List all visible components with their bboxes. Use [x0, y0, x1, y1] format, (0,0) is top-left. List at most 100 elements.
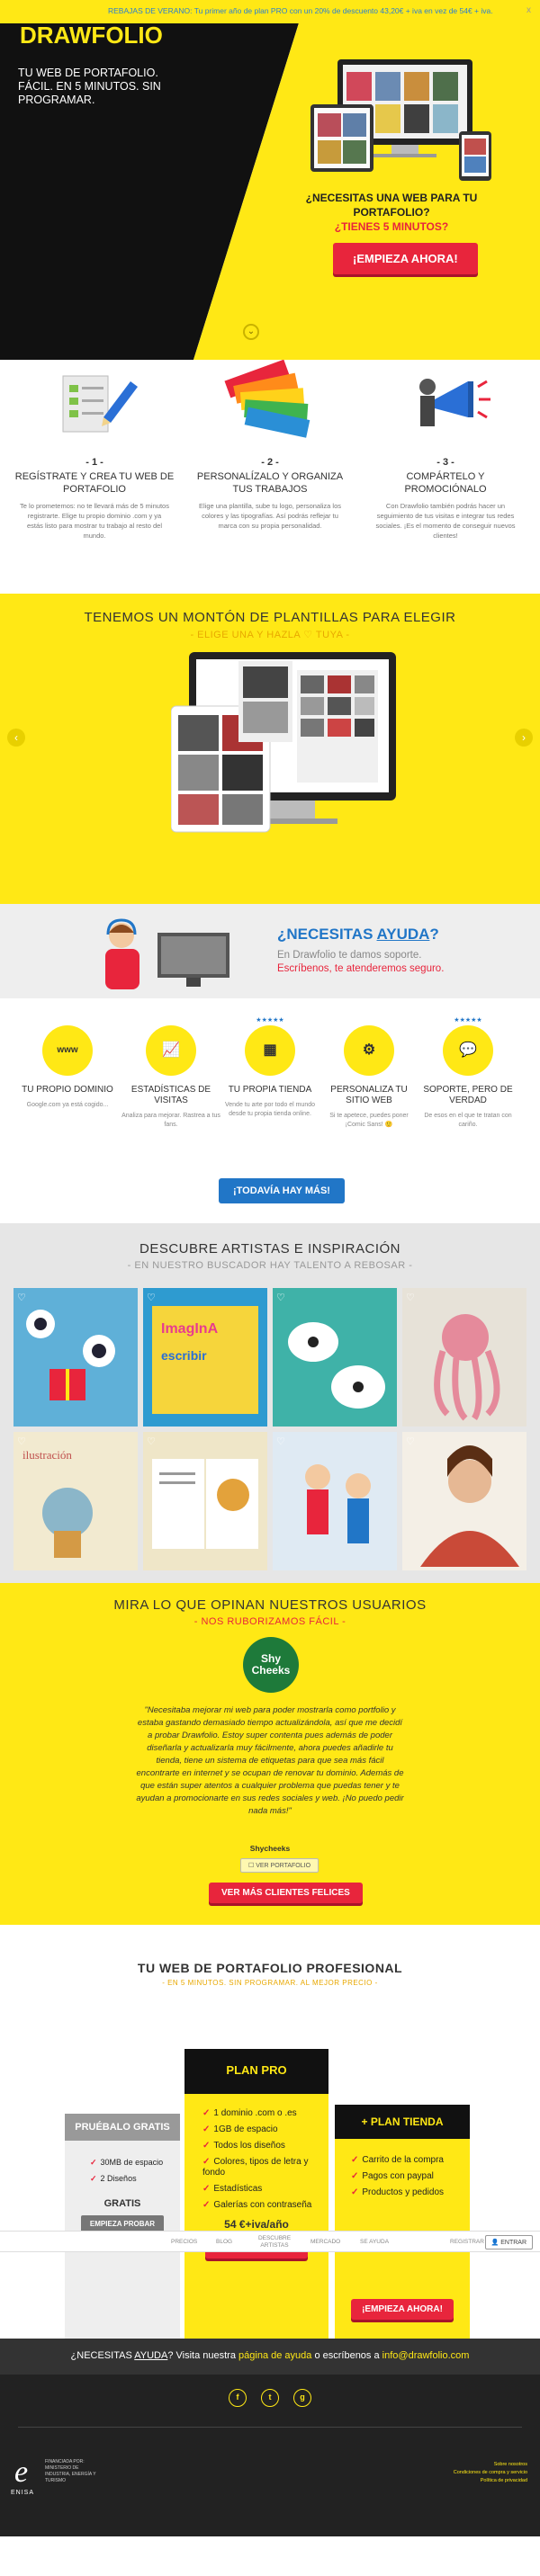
scroll-down-icon[interactable]: ⌄: [243, 324, 259, 340]
help-question-post: ?: [429, 926, 439, 943]
feature-circle: ⚙: [344, 1025, 394, 1076]
user-icon: 👤: [490, 2240, 501, 2246]
heart-icon[interactable]: ♡: [406, 1292, 415, 1303]
feature-circle: 📈: [146, 1025, 196, 1076]
carousel-next-icon[interactable]: ›: [515, 729, 533, 747]
steps-section: - 1 - REGÍSTRATE Y CREA TU WEB DE PORTAF…: [0, 360, 540, 594]
nav-item-blog[interactable]: BLOG: [216, 2239, 232, 2245]
contact-help-link[interactable]: AYUDA: [134, 2350, 167, 2361]
nav-item-prices[interactable]: PRECIOS: [171, 2239, 197, 2245]
more-features-button[interactable]: ¡TODAVÍA HAY MÁS!: [219, 1178, 345, 1203]
close-icon[interactable]: x: [526, 5, 531, 15]
artist-tile[interactable]: ♡: [273, 1432, 397, 1570]
view-portfolio-button[interactable]: ☐ VER PORTAFOLIO: [240, 1858, 320, 1873]
artist-tile[interactable]: ImagInA escribir ♡: [143, 1288, 267, 1427]
artwork-characters: [305, 1464, 371, 1543]
nav-item-help[interactable]: SE AYUDA: [360, 2239, 389, 2245]
svg-text:ilustración: ilustración: [22, 1448, 72, 1462]
feature-domain: www TU PROPIO DOMINIO Google.com ya está…: [18, 1025, 117, 1110]
artist-tile[interactable]: ♡: [273, 1288, 397, 1427]
carousel-prev-icon[interactable]: ‹: [7, 729, 25, 747]
footer-links: Sobre nosotros Condiciones de compra y s…: [454, 2461, 527, 2485]
artist-tile[interactable]: ♡: [143, 1432, 267, 1570]
step-number: - 2 -: [261, 457, 279, 468]
artist-tile[interactable]: ilustración ♡: [14, 1432, 138, 1570]
twitter-icon[interactable]: t: [261, 2389, 279, 2407]
testimonials-title: MIRA LO QUE OPINAN NUESTROS USUARIOS: [113, 1597, 427, 1613]
more-clients-wrap: VER MÁS CLIENTES FELICES: [209, 1883, 363, 1903]
ministry-text: FINANCIADA POR: MINISTERIO DE INDUSTRIA,…: [45, 2459, 96, 2483]
heart-icon[interactable]: ♡: [17, 1292, 26, 1303]
footer-link-privacy[interactable]: Política de privacidad: [454, 2477, 527, 2485]
artist-tile[interactable]: ♡: [14, 1288, 138, 1427]
heart-icon[interactable]: ♡: [406, 1436, 415, 1447]
help-link[interactable]: AYUDA: [377, 926, 430, 943]
footer-link-terms[interactable]: Condiciones de compra y servicio: [454, 2469, 527, 2477]
plan-feature: ✓ Galerías con contraseña: [202, 2200, 320, 2211]
step-customize: - 2 - PERSONALÍZALO Y ORGANIZA TUS TRABA…: [189, 360, 351, 531]
check-icon: ✓: [202, 2108, 211, 2118]
artwork-octopus: [434, 1314, 500, 1421]
www-icon: www: [57, 1045, 78, 1055]
check-icon: ✓: [202, 2200, 211, 2210]
feature-description: De esos en el que te tratan con cariño.: [424, 1113, 512, 1128]
templates-subtitle: - ELIGE UNA Y HAZLA ♡ TUYA -: [190, 630, 350, 640]
heart-icon[interactable]: ♡: [276, 1436, 285, 1447]
facebook-icon[interactable]: f: [229, 2389, 247, 2407]
feature-description: Vende tu arte por todo el mundo desde tu…: [224, 1102, 316, 1117]
svg-text:escribir: escribir: [161, 1348, 207, 1363]
plan-feature-label: Todos los diseños: [213, 2141, 285, 2151]
help-line-2: , te atenderemos seguro.: [328, 963, 445, 974]
templates-header: TENEMOS UN MONTÓN DE PLANTILLAS PARA ELE…: [0, 610, 540, 640]
write-us-link[interactable]: Escríbenos: [277, 963, 329, 974]
register-link[interactable]: REGISTRAR: [450, 2239, 484, 2245]
drawfolio-logo[interactable]: DRAWFOLIO: [20, 22, 163, 49]
help-page-link[interactable]: página de ayuda: [238, 2350, 311, 2361]
testimonials-subtitle: - NOS RUBORIZAMOS FÁCIL -: [194, 1616, 346, 1627]
feature-description: Analiza para mejorar. Rastrea a tus fans…: [122, 1113, 220, 1128]
heart-icon[interactable]: ♡: [147, 1436, 156, 1447]
artwork-book: ImagInA escribir: [152, 1306, 258, 1414]
start-now-button[interactable]: ¡EMPIEZA AHORA!: [333, 243, 478, 274]
template-preview-illustration[interactable]: [171, 652, 396, 836]
footer-link-about[interactable]: Sobre nosotros: [454, 2461, 527, 2469]
enisa-logo: e: [14, 2455, 29, 2489]
contact-bar: ¿NECESITAS AYUDA? Visita nuestra página …: [0, 2339, 540, 2375]
email-link[interactable]: info@drawfolio.com: [382, 2350, 470, 2361]
feature-description: Si te apetece, puedes poner ¡Comic Sans!…: [329, 1113, 409, 1128]
heart-icon[interactable]: ♡: [17, 1436, 26, 1447]
login-button[interactable]: 👤 ENTRAR: [484, 2235, 533, 2250]
discover-header: DESCUBRE ARTISTAS E INSPIRACIÓN - EN NUE…: [0, 1241, 540, 1271]
check-icon: ✓: [351, 2187, 359, 2197]
plan-free-cta-wrap: EMPIEZA PROBAR: [65, 2214, 180, 2232]
plan-store-features: ✓ Carrito de la compra ✓ Pagos con paypal …: [335, 2139, 470, 2198]
more-clients-button[interactable]: VER MÁS CLIENTES FELICES: [209, 1883, 363, 1903]
feature-store: ★★★★★ ▦ TU PROPIA TIENDA Vende tu arte po…: [220, 1017, 320, 1119]
google-plus-icon[interactable]: g: [293, 2389, 311, 2407]
discover-subtitle: - EN NUESTRO BUSCADOR HAY TALENTO A REBO…: [127, 1260, 413, 1271]
heart-icon[interactable]: ♡: [276, 1292, 285, 1303]
nav-item-market[interactable]: MERCADO: [310, 2239, 340, 2245]
artist-tile[interactable]: ♡: [402, 1432, 526, 1570]
check-icon: ✓: [90, 2174, 97, 2183]
contact-mid: ? Visita nuestra: [167, 2350, 239, 2361]
feature-circle: www: [42, 1025, 93, 1076]
promo-text[interactable]: REBAJAS DE VERANO: Tu primer año de plan…: [108, 6, 493, 15]
plan-feature: ✓ Carrito de la compra: [351, 2155, 463, 2166]
store-icon: ▦: [263, 1042, 277, 1058]
plan-feature-label: Pagos con paypal: [362, 2171, 434, 2181]
megaphone-icon: [419, 379, 490, 426]
step-description: Con Drawfolio también podrás hacer un se…: [375, 502, 516, 540]
start-store-button[interactable]: ¡EMPIEZA AHORA!: [351, 2299, 454, 2320]
artist-tile[interactable]: ♡: [402, 1288, 526, 1427]
contact-or: o escríbenos a: [311, 2350, 382, 2361]
nav-item-discover[interactable]: DESCUBRE ARTISTAS: [256, 2235, 292, 2250]
login-label: ENTRAR: [500, 2240, 526, 2246]
footer: f t g e ENISA FINANCIADA POR: MINISTERIO…: [0, 2375, 540, 2536]
feature-title: PERSONALIZA TU SITIO WEB: [330, 1085, 408, 1105]
check-icon: ✓: [202, 2157, 211, 2167]
chart-icon: 📈: [162, 1042, 180, 1058]
heart-icon[interactable]: ♡: [147, 1292, 156, 1303]
feature-customize: ⚙ PERSONALIZA TU SITIO WEB Si te apetece…: [320, 1025, 418, 1130]
hero-cta-wrap: ¡EMPIEZA AHORA!: [333, 243, 478, 274]
